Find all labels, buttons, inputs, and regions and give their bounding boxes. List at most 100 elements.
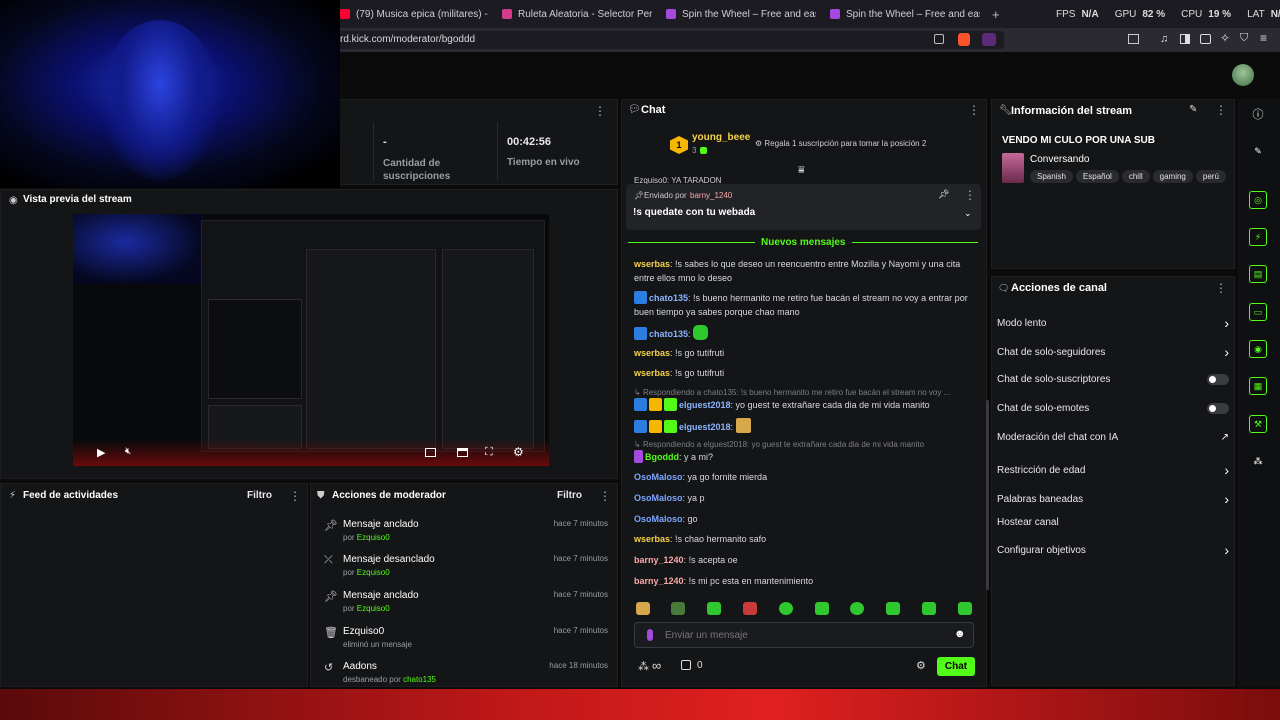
wallet-icon[interactable] (1200, 34, 1211, 44)
edit-icon[interactable]: ✎ (1189, 104, 1197, 115)
goals-row[interactable]: Configurar objetivos › (997, 542, 1229, 558)
chat-username[interactable]: OsoMaloso (634, 472, 683, 482)
chat-username[interactable]: Bgoddd (645, 452, 679, 462)
browser-tab[interactable]: (79) Musica epica (militares) - YouTu (340, 4, 488, 24)
chat-message[interactable]: OsoMaloso: go (634, 512, 979, 526)
subs-only-toggle[interactable] (1207, 374, 1229, 385)
mod-action-row[interactable]: 📌︎ Mensaje anclado por Ezquiso0 hace 7 m… (322, 590, 612, 624)
gift-box-icon[interactable] (681, 660, 691, 670)
broadcast-icon[interactable]: ◉ (1249, 340, 1267, 358)
stream-info-menu-button[interactable]: ⋮ (1215, 103, 1227, 117)
share-icon[interactable] (934, 34, 944, 44)
emote-button[interactable] (636, 602, 650, 615)
browser-tab[interactable]: Ruleta Aleatoria - Selector Personaliz (502, 4, 652, 24)
chat-username[interactable]: elguest2018 (679, 400, 731, 410)
mute-icon[interactable]: 🔇︎ (125, 446, 131, 457)
mod-action-row[interactable]: ↺ Aadons desbaneado por chato135 hace 18… (322, 661, 612, 685)
emote-button[interactable] (850, 602, 864, 615)
bolt-icon[interactable]: ⚡︎ (1249, 228, 1267, 246)
rewards-icon[interactable] (982, 33, 996, 46)
chat-menu-button[interactable]: ⋮ (968, 103, 980, 117)
emote-button[interactable] (958, 602, 972, 615)
category-name[interactable]: Conversando (1030, 154, 1089, 165)
emotes-only-toggle[interactable] (1207, 403, 1229, 414)
mod-filter-button[interactable]: Filtro (557, 490, 582, 501)
tag[interactable]: Español (1075, 170, 1119, 183)
chat-message[interactable]: Bgoddd: y a mi? (634, 450, 979, 464)
ai-icon[interactable]: ✧ (1220, 31, 1230, 45)
chat-message[interactable]: OsoMaloso: ya go fornite mierda (634, 470, 979, 484)
users-icon[interactable]: ⁂ (1249, 452, 1267, 470)
pinned-menu-button[interactable]: ⋮ (964, 188, 976, 202)
pip-icon[interactable] (457, 448, 468, 457)
avatar[interactable] (1232, 64, 1254, 86)
chat-username[interactable]: barny_1240 (634, 555, 684, 565)
emote-button[interactable] (922, 602, 936, 615)
chat-icon[interactable]: ▭ (1249, 303, 1267, 321)
gift-prompt[interactable]: ⚙ Regala 1 suscripción para tomar la pos… (755, 139, 926, 148)
chevron-down-icon[interactable]: ⌄ (964, 208, 972, 219)
theater-icon[interactable] (425, 448, 436, 457)
chat-username[interactable]: chato135 (649, 293, 688, 303)
followers-only-row[interactable]: Chat de solo-seguidores › (997, 344, 1229, 360)
feed-filter-button[interactable]: Filtro (247, 490, 272, 501)
chat-message[interactable]: wserbas: !s chao hermanito safo (634, 532, 979, 546)
banned-words-row[interactable]: Palabras baneadas › (997, 491, 1229, 507)
emote-button[interactable] (743, 602, 757, 615)
browser-tab[interactable]: Spin the Wheel – Free and easy-to-u (830, 4, 980, 24)
chat-message[interactable]: chato135: (634, 325, 979, 341)
tag[interactable]: Spanish (1030, 170, 1073, 183)
chat-message[interactable]: wserbas: !s sabes lo que deseo un reencu… (634, 257, 979, 285)
send-chat-button[interactable]: Chat (937, 657, 975, 676)
preview-video[interactable]: ▶ 🔇︎ ⛶ ⚙ (73, 214, 549, 466)
chat-message[interactable]: barny_1240: !s acepta oe (634, 553, 979, 567)
subs-only-row[interactable]: Chat de solo-suscriptores (997, 374, 1229, 385)
pin-toggle-icon[interactable]: 📌︎ (938, 189, 949, 200)
brave-shield-icon[interactable] (958, 33, 970, 46)
chat-scrollbar[interactable] (986, 400, 989, 590)
chat-username[interactable]: OsoMaloso (634, 493, 683, 503)
chat-message[interactable]: barny_1240: !s mi pc esta en mantenimien… (634, 574, 979, 588)
emotes-only-row[interactable]: Chat de solo-emotes (997, 403, 1229, 414)
chat-username[interactable]: barny_1240 (634, 576, 684, 586)
menu-icon[interactable]: ≡ (1260, 31, 1267, 45)
host-channel-row[interactable]: Hostear canal (997, 517, 1229, 528)
collapse-icon[interactable]: ⩸ (798, 164, 805, 177)
tag[interactable]: gaming (1152, 170, 1193, 183)
vpn-icon[interactable]: ⛉ (1240, 32, 1248, 45)
pencil-icon[interactable]: ✎ (1249, 142, 1267, 160)
music-icon[interactable]: ♫ (1160, 33, 1168, 45)
mic-icon[interactable] (647, 629, 653, 641)
emoji-icon[interactable]: ☻ (954, 628, 966, 640)
chat-message[interactable]: wserbas: !s go tutifruti (634, 346, 979, 360)
sidebar-icon[interactable] (1180, 34, 1190, 44)
chat-username[interactable]: chato135 (649, 329, 688, 339)
settings-icon[interactable]: ⚙ (513, 445, 524, 459)
chat-message[interactable]: OsoMaloso: ya p (634, 491, 979, 505)
emote-button[interactable] (779, 602, 793, 615)
ai-moderation-row[interactable]: Moderación del chat con IA ↗ (997, 432, 1229, 443)
age-restriction-row[interactable]: Restricción de edad › (997, 462, 1229, 478)
pinned-message[interactable]: 📌︎ Enviado por barny_1240 📌︎ ⋮ !s quedat… (626, 184, 981, 230)
mod-action-row[interactable]: 📌︎ Mensaje anclado por Ezquiso0 hace 7 m… (322, 519, 612, 553)
emote-button[interactable] (707, 602, 721, 615)
document-icon[interactable]: ▤ (1249, 265, 1267, 283)
slow-mode-row[interactable]: Modo lento › (997, 315, 1229, 331)
chat-message[interactable]: elguest2018: yo guest te extrañare cada … (634, 398, 979, 412)
browser-tab[interactable]: Spin the Wheel – Free and easy-to-u (666, 4, 816, 24)
chat-settings-icon[interactable]: ⚙ (916, 659, 926, 672)
chat-input-box[interactable]: ☻ (634, 622, 974, 648)
chat-input[interactable] (665, 627, 935, 643)
category-thumbnail[interactable] (1002, 153, 1024, 183)
chat-message[interactable]: wserbas: !s go tutifruti (634, 366, 979, 380)
chat-message[interactable]: chato135: !s bueno hermanito me retiro f… (634, 291, 979, 319)
play-icon[interactable]: ▶ (97, 446, 105, 459)
target-icon[interactable]: ◎ (1249, 191, 1267, 209)
tag[interactable]: perú (1195, 170, 1226, 183)
chat-username[interactable]: elguest2018 (679, 422, 731, 432)
chat-username[interactable]: wserbas (634, 259, 670, 269)
emote-button[interactable] (815, 602, 829, 615)
mod-menu-button[interactable]: ⋮ (599, 489, 611, 503)
chat-username[interactable]: wserbas (634, 534, 670, 544)
mod-action-row[interactable]: 🗑︎ Ezquiso0 eliminó un mensaje hace 7 mi… (322, 626, 612, 660)
